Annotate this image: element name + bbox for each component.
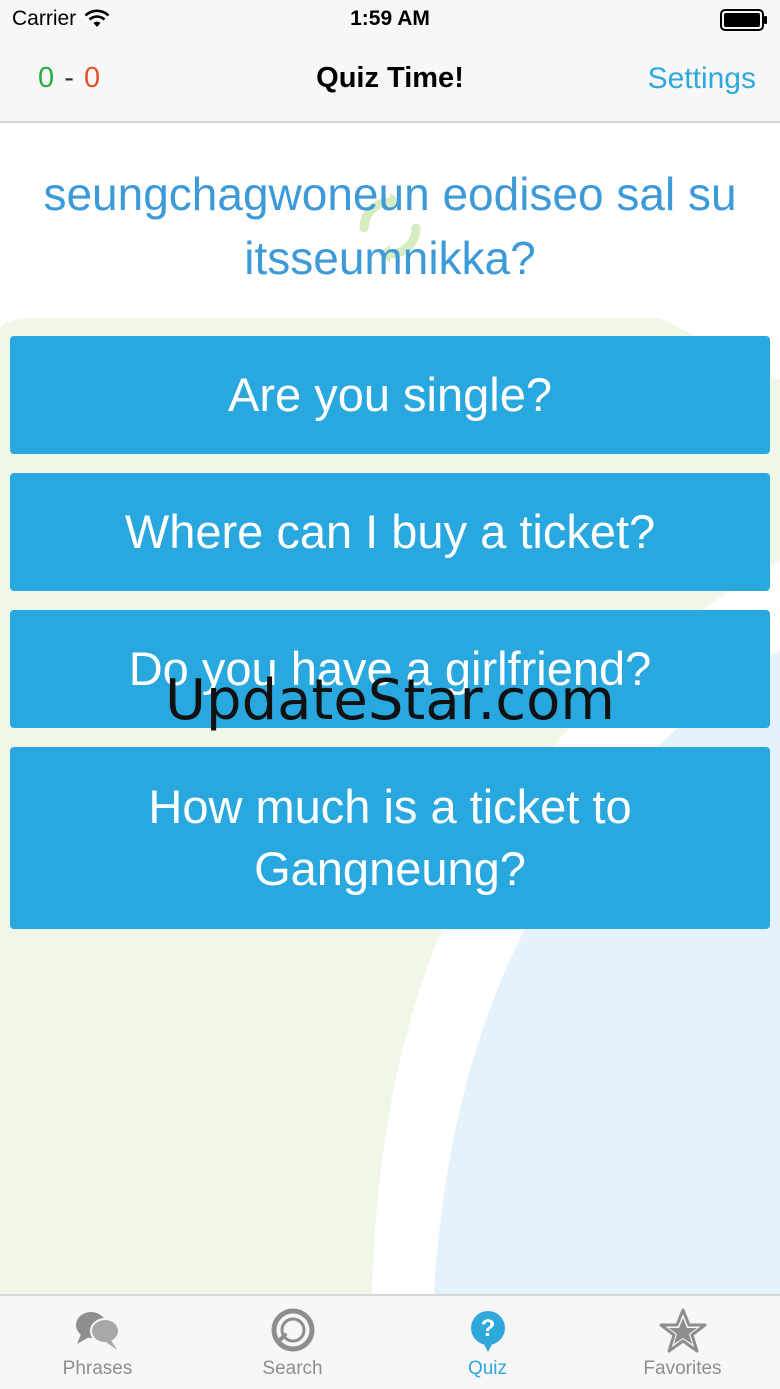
question-bubble-icon: ?: [470, 1311, 505, 1352]
answer-button[interactable]: How much is a ticket to Gangneung?: [10, 747, 770, 929]
answer-list: Are you single? Where can I buy a ticket…: [10, 336, 770, 948]
navigation-bar: 0 - 0 Quiz Time! Settings: [0, 40, 780, 123]
tab-label: Favorites: [643, 1358, 722, 1379]
star-icon: [659, 1308, 706, 1353]
watermark: UpdateStar.com: [165, 668, 615, 733]
tab-quiz[interactable]: ? Quiz: [390, 1296, 585, 1389]
tab-search[interactable]: Search: [195, 1296, 390, 1389]
answer-button[interactable]: Where can I buy a ticket?: [10, 473, 770, 591]
tab-label: Search: [262, 1358, 323, 1379]
magnifier-icon: [271, 1308, 314, 1352]
svg-text:?: ?: [480, 1315, 495, 1342]
speech-bubbles-icon: [75, 1312, 120, 1350]
settings-button[interactable]: Settings: [648, 62, 756, 96]
tab-label: Quiz: [467, 1358, 508, 1379]
battery-icon: [720, 9, 768, 36]
answer-button[interactable]: Are you single?: [10, 336, 770, 454]
quiz-question: seungchagwoneun eodiseo sal su itsseumni…: [43, 168, 737, 284]
tab-bar: Phrases Search ? Quiz Favorites: [0, 1294, 780, 1389]
status-bar: Carrier 1:59 AM: [0, 0, 780, 40]
tab-label: Phrases: [62, 1358, 133, 1379]
status-time: 1:59 AM: [350, 7, 430, 30]
tab-phrases[interactable]: Phrases: [0, 1296, 195, 1389]
tab-favorites[interactable]: Favorites: [585, 1296, 780, 1389]
